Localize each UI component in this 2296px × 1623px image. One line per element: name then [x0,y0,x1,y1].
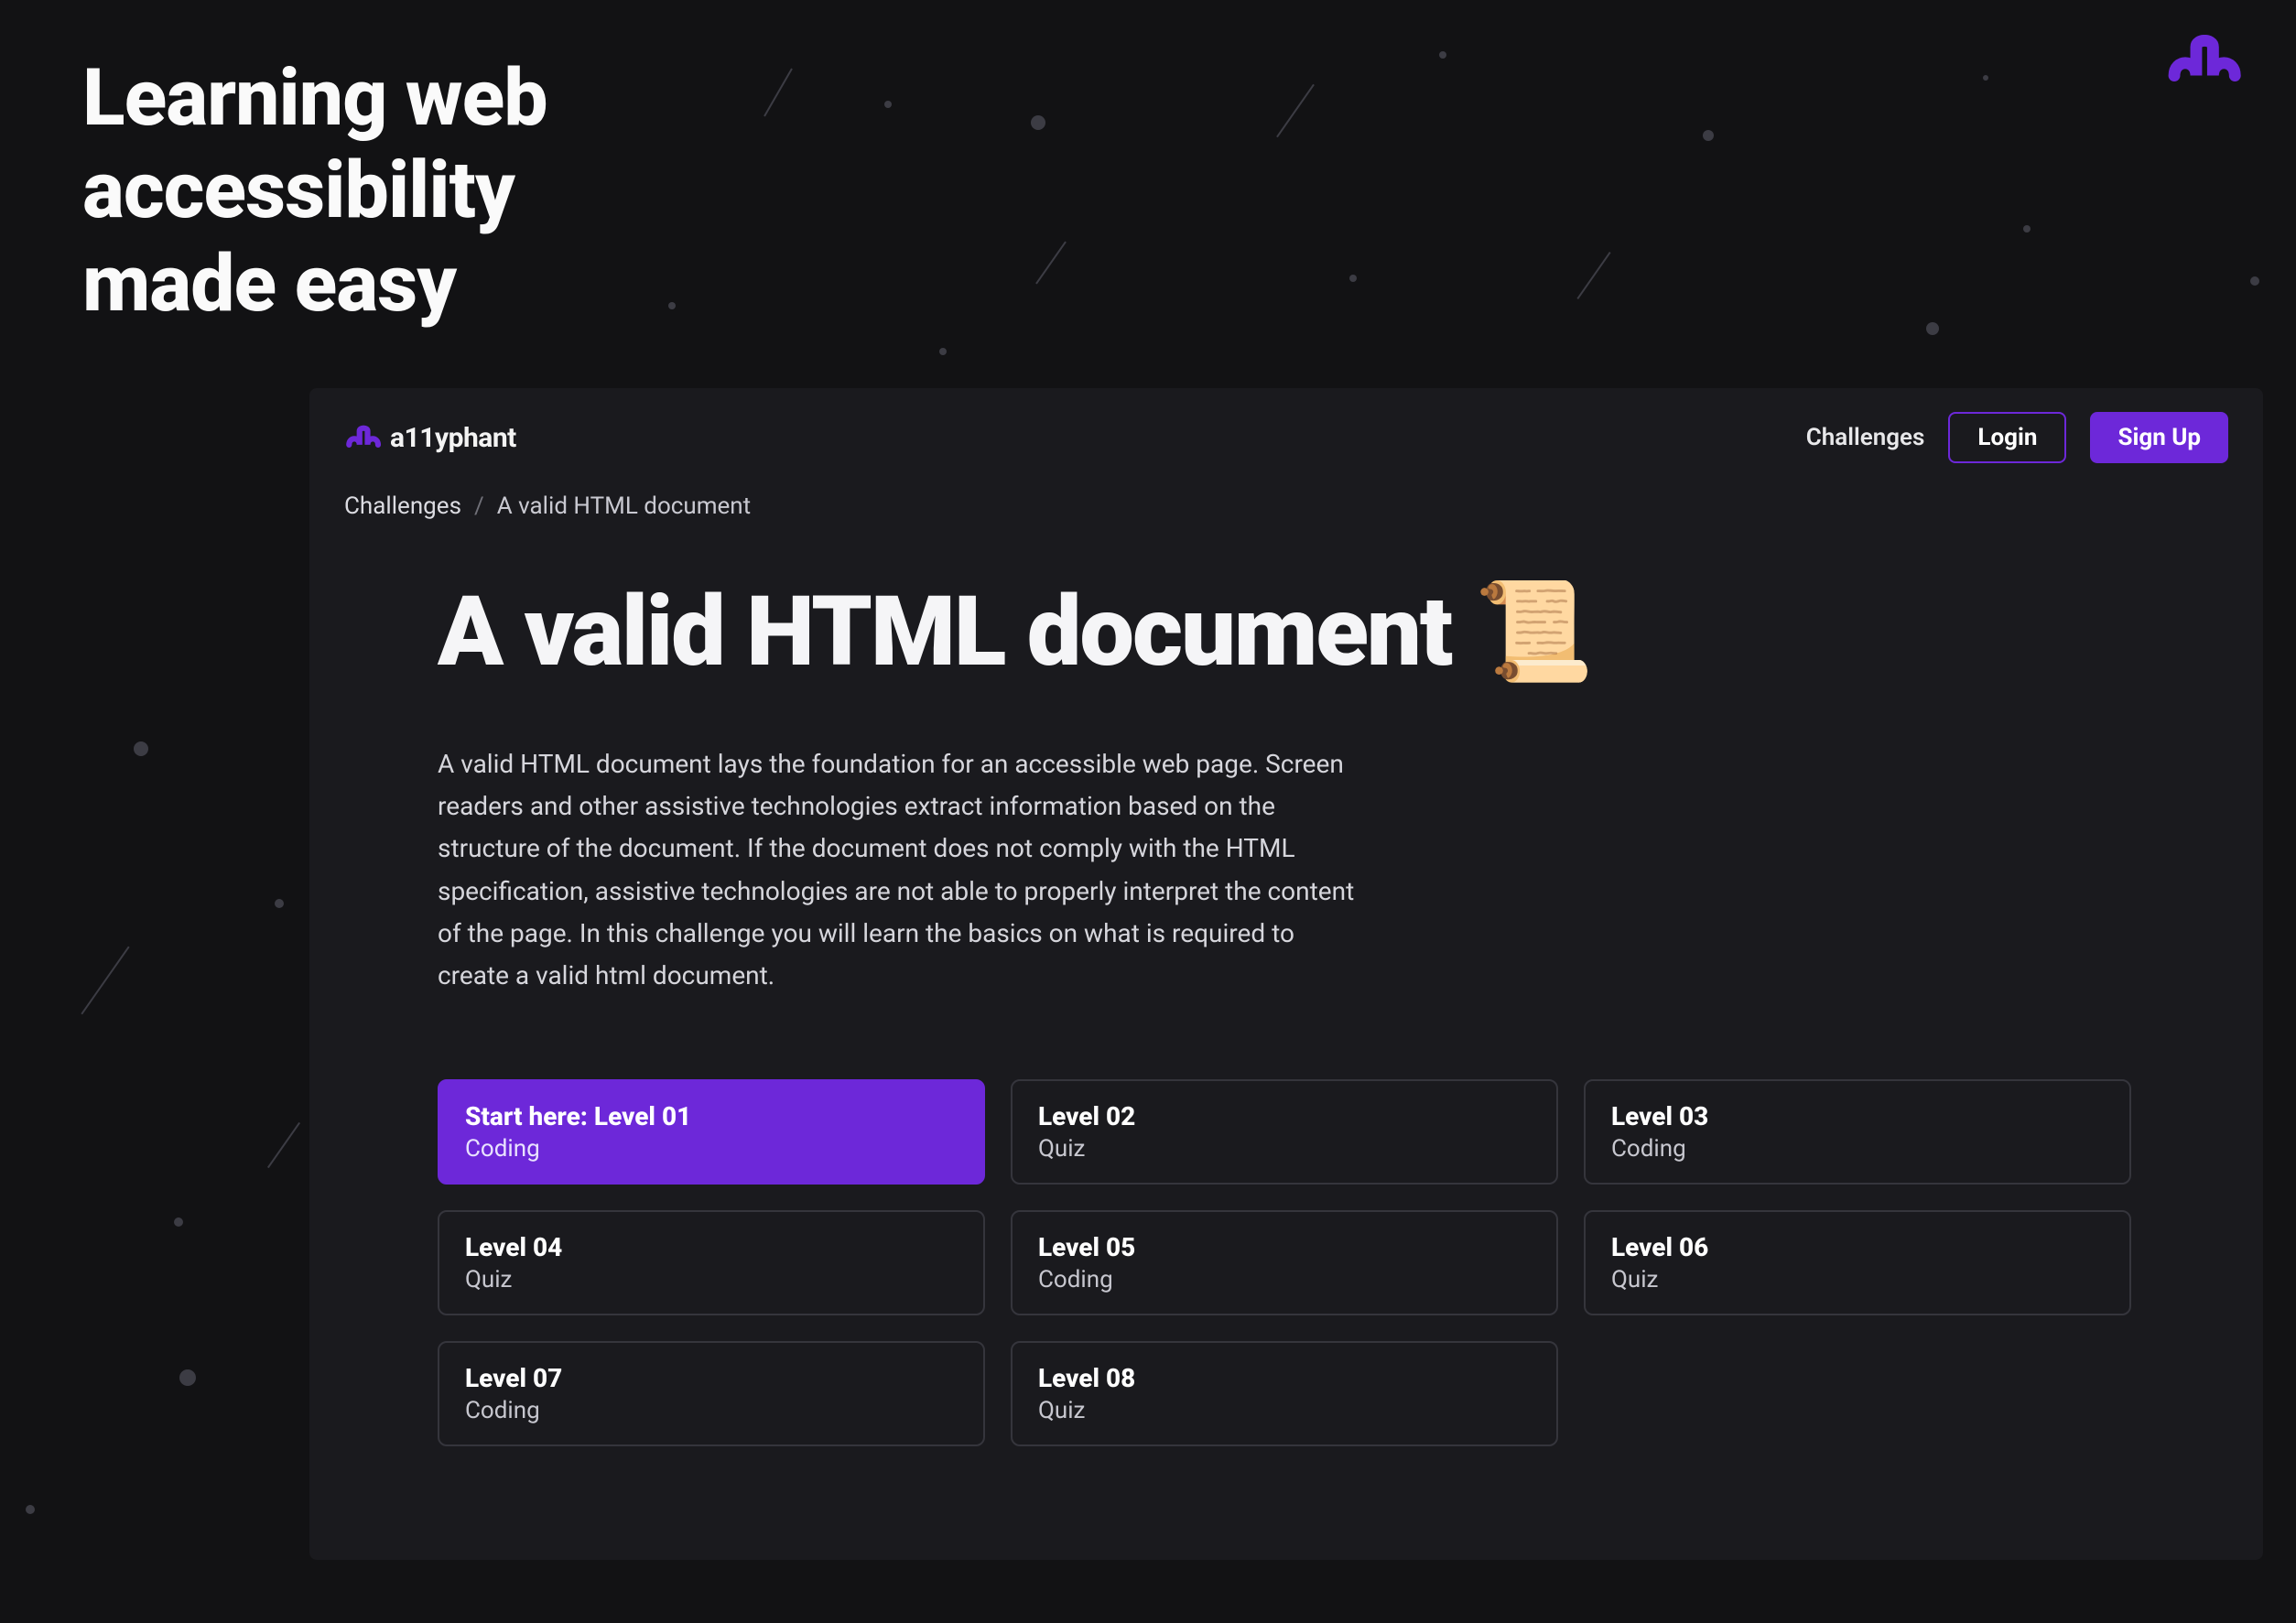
app-panel: a11yphant Challenges Login Sign Up Chall… [309,388,2263,1560]
decorative-dot [668,302,676,309]
level-card[interactable]: Level 08 Quiz [1011,1341,1558,1446]
level-title: Level 08 [1038,1363,1531,1393]
main-content: A valid HTML document 📜 A valid HTML doc… [309,520,2049,1446]
nav-challenges-link[interactable]: Challenges [1806,424,1925,451]
levels-grid: Start here: Level 01CodingLevel 02QuizLe… [438,1079,2049,1446]
level-card[interactable]: Level 04 Quiz [438,1210,985,1315]
decorative-line [1576,252,1610,299]
decorative-dot [2250,276,2259,286]
decorative-line [267,1122,300,1168]
logo-icon [2164,35,2248,90]
level-type: Coding [1611,1135,2104,1163]
level-title: Level 06 [1611,1232,2104,1262]
decorative-dot [179,1369,196,1386]
decorative-dot [884,101,892,108]
level-type: Coding [465,1397,958,1424]
decorative-dot [1439,51,1446,59]
decorative-line [1035,241,1067,284]
page-description: A valid HTML document lays the foundatio… [438,743,1362,997]
level-card[interactable]: Level 03 Coding [1584,1079,2131,1185]
decorative-line [1276,84,1315,137]
decorative-line [764,69,793,117]
hero-line-1: Learning web [82,51,547,144]
breadcrumb-current: A valid HTML document [497,492,751,520]
brand[interactable]: a11yphant [344,422,516,454]
level-title: Level 05 [1038,1232,1531,1262]
nav-right: Challenges Login Sign Up [1806,412,2228,463]
level-card[interactable]: Level 05 Coding [1011,1210,1558,1315]
level-type: Quiz [1038,1397,1531,1424]
decorative-dot [1926,322,1939,335]
signup-button[interactable]: Sign Up [2090,412,2228,463]
hero-title: Learning web accessibility made easy [82,51,547,330]
brand-name: a11yphant [390,422,516,454]
level-type: Quiz [465,1266,958,1293]
level-type: Quiz [1038,1135,1531,1163]
breadcrumb-separator: / [474,492,484,520]
level-card[interactable]: Level 02 Quiz [1011,1079,1558,1185]
level-card[interactable]: Start here: Level 01 Coding [438,1079,985,1185]
level-title: Start here: Level 01 [465,1101,958,1131]
decorative-dot [1349,275,1357,282]
decorative-dot [1031,115,1045,130]
decorative-dot [939,348,947,355]
brand-logo-icon [344,424,384,451]
page-title: A valid HTML document 📜 [438,575,2049,688]
breadcrumb-root[interactable]: Challenges [344,492,461,520]
level-type: Quiz [1611,1266,2104,1293]
hero-line-3: made easy [82,237,456,330]
decorative-dot [1703,130,1714,141]
decorative-dot [275,899,284,908]
level-type: Coding [1038,1266,1531,1293]
level-card[interactable]: Level 07 Coding [438,1341,985,1446]
level-title: Level 07 [465,1363,958,1393]
decorative-dot [134,741,148,756]
level-title: Level 04 [465,1232,958,1262]
decorative-dot [1983,75,1988,81]
decorative-dot [26,1505,35,1514]
level-card[interactable]: Level 06 Quiz [1584,1210,2131,1315]
decorative-dot [174,1217,183,1227]
level-title: Level 03 [1611,1101,2104,1131]
breadcrumb: Challenges / A valid HTML document [309,471,2263,520]
level-type: Coding [465,1135,958,1163]
decorative-dot [2023,225,2031,233]
hero-line-2: accessibility [82,144,514,236]
level-title: Level 02 [1038,1101,1531,1131]
login-button[interactable]: Login [1948,412,2066,463]
decorative-line [81,947,129,1015]
top-nav: a11yphant Challenges Login Sign Up [309,388,2263,471]
